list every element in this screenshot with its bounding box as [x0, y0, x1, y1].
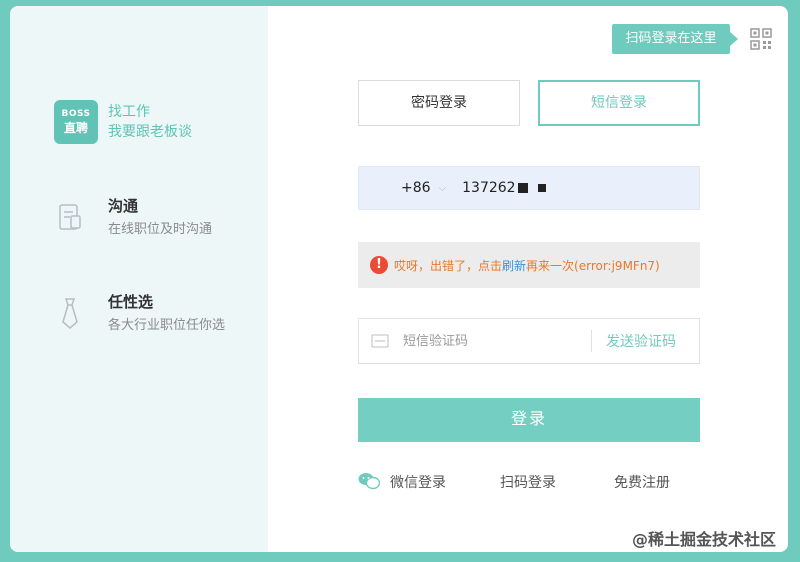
country-code[interactable]: +86 [401, 180, 431, 196]
error-suffix: 再来一次(error:j9MFn7) [526, 258, 660, 273]
brand-subtitle: 我要跟老板谈 [108, 124, 192, 140]
qr-code-icon[interactable] [750, 28, 772, 50]
error-prefix: 哎呀，出错了，点击 [394, 258, 503, 273]
watermark: @稀土掘金技术社区 [632, 530, 777, 549]
chevron-down-icon[interactable]: ⌵ [439, 183, 447, 194]
phone-number[interactable]: 137262 [462, 180, 515, 196]
logo-text-top: BOSS [61, 109, 91, 119]
error-banner: ! 哎呀，出错了，点击 刷新 再来一次(error:j9MFn7) [358, 242, 700, 288]
feature-subtitle: 各大行业职位任你选 [108, 318, 226, 333]
logo-text-bottom: 直聘 [63, 121, 88, 135]
mail-icon [371, 334, 389, 348]
feature-title: 沟通 [108, 197, 139, 215]
redaction-mark [537, 184, 546, 192]
sms-code-input[interactable] [403, 333, 583, 349]
feature-communicate: 沟通 在线职位及时沟通 [54, 196, 212, 240]
tie-icon [54, 292, 86, 334]
wechat-login-link[interactable]: 微信登录 [390, 472, 446, 492]
send-code-button[interactable]: 发送验证码 [606, 331, 676, 351]
wechat-icon[interactable] [358, 472, 380, 490]
brand-title: 找工作 [108, 104, 150, 120]
sms-code-field: 发送验证码 [358, 318, 700, 364]
redaction-mark [517, 183, 528, 193]
phone-field[interactable]: +86 ⌵ 137262 [358, 166, 700, 210]
feature-title: 任性选 [108, 293, 154, 311]
tab-password-login[interactable]: 密码登录 [358, 80, 520, 126]
document-icon [54, 196, 86, 238]
tab-sms-login[interactable]: 短信登录 [538, 80, 700, 126]
login-card: BOSS 直聘 找工作 我要跟老板谈 沟通 在线职位及时沟通 任性选 各大行业职… [10, 6, 788, 552]
feature-sidebar: BOSS 直聘 找工作 我要跟老板谈 沟通 在线职位及时沟通 任性选 各大行业职… [10, 6, 268, 552]
login-button[interactable]: 登录 [358, 398, 700, 442]
boss-logo: BOSS 直聘 [54, 100, 98, 144]
refresh-link[interactable]: 刷新 [502, 257, 526, 274]
register-link[interactable]: 免费注册 [614, 472, 670, 492]
divider [591, 330, 592, 352]
feature-subtitle: 在线职位及时沟通 [108, 222, 213, 237]
scan-login-link[interactable]: 扫码登录 [500, 472, 556, 492]
brand-block: BOSS 直聘 找工作 我要跟老板谈 [54, 100, 192, 144]
warning-icon: ! [370, 256, 388, 274]
window-frame: BOSS 直聘 找工作 我要跟老板谈 沟通 在线职位及时沟通 任性选 各大行业职… [0, 0, 800, 562]
qr-login-tip: 扫码登录在这里 [612, 24, 738, 54]
feature-choose: 任性选 各大行业职位任你选 [54, 292, 225, 336]
